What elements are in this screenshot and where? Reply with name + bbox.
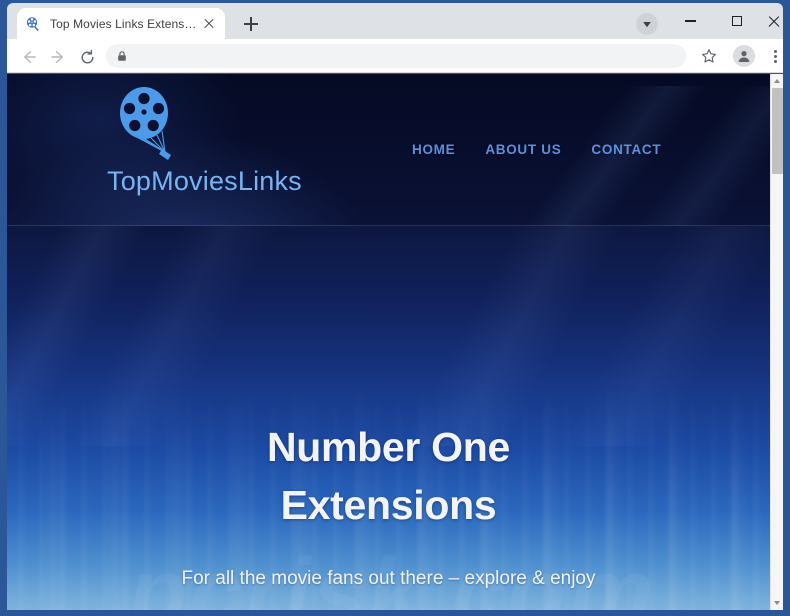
window-minimize-button[interactable] [668, 6, 713, 36]
browser-tab[interactable]: Top Movies Links Extension [17, 8, 225, 39]
lock-icon [118, 51, 126, 61]
download-icon[interactable] [636, 13, 658, 35]
browser-menu-button[interactable] [763, 44, 787, 68]
minimize-icon [685, 20, 696, 22]
back-button[interactable] [17, 45, 41, 69]
hero-content: Number One Extensions For all the movie … [7, 226, 770, 610]
nav-item-contact[interactable]: CONTACT [591, 142, 661, 157]
hero-subtitle: For all the movie fans out there – explo… [181, 568, 596, 590]
hero-title: Number One Extensions [7, 226, 770, 534]
page-viewport: TopMoviesLinks HOME ABOUT US CONTACT pcr… [7, 74, 783, 610]
browser-toolbar [7, 39, 783, 73]
brand[interactable]: TopMoviesLinks [107, 82, 407, 197]
tab-strip: Top Movies Links Extension [7, 3, 783, 39]
address-bar[interactable] [106, 44, 686, 68]
close-icon [767, 15, 780, 28]
forward-button[interactable] [46, 45, 70, 69]
film-reel-favicon-icon [26, 16, 39, 31]
site-header: TopMoviesLinks HOME ABOUT US CONTACT [7, 74, 770, 226]
forward-arrow-icon [51, 50, 63, 64]
web-page: TopMoviesLinks HOME ABOUT US CONTACT pcr… [7, 74, 770, 610]
new-tab-button[interactable] [239, 12, 263, 36]
hero-body-text: Top Movies Links is your smart & simple … [7, 595, 770, 610]
tab-title: Top Movies Links Extension [50, 16, 197, 31]
film-reel-balloon-logo [120, 87, 171, 160]
site-navigation: HOME ABOUT US CONTACT [412, 142, 661, 157]
reload-button[interactable] [75, 45, 99, 69]
hero-section: pcrisk.com Number One Extensions For all… [7, 226, 770, 610]
scrollbar-down-arrow[interactable] [771, 596, 783, 610]
three-dot-menu-icon [773, 49, 777, 63]
page-scrollbar[interactable] [770, 74, 783, 610]
scrollbar-thumb[interactable] [772, 88, 783, 174]
brand-name: TopMoviesLinks [107, 166, 302, 196]
reload-icon [81, 49, 93, 63]
hero-title-line-1: Number One [266, 424, 511, 470]
tab-close-icon[interactable] [201, 16, 217, 32]
star-icon [702, 49, 716, 63]
avatar-icon [738, 51, 750, 62]
maximize-icon [731, 16, 742, 26]
download-glyph-icon [643, 22, 651, 28]
browser-window: Top Movies Links Extension TopMoviesLink… [0, 0, 790, 616]
profile-avatar[interactable] [733, 45, 755, 67]
hero-title-line-2: Extensions [280, 482, 497, 529]
scrollbar-up-arrow[interactable] [771, 74, 783, 88]
nav-item-about-us[interactable]: ABOUT US [485, 142, 561, 157]
window-close-button[interactable] [751, 6, 790, 36]
back-arrow-icon [24, 50, 36, 64]
nav-item-home[interactable]: HOME [412, 142, 455, 157]
bookmark-button[interactable] [697, 44, 721, 68]
